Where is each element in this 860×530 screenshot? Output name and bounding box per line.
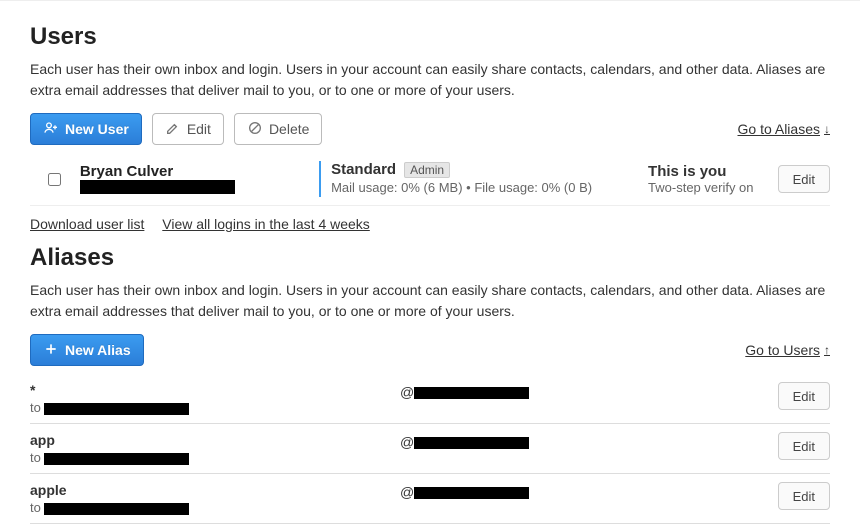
go-to-users-text: Go to Users xyxy=(745,342,820,358)
alias-domain-redacted xyxy=(414,487,529,499)
user-plus-icon xyxy=(43,120,59,139)
users-toolbar: New User Edit Delete Go to Aliases ↓ xyxy=(30,113,830,145)
alias-domain-redacted xyxy=(414,437,529,449)
go-to-users-link[interactable]: Go to Users ↑ xyxy=(745,342,830,358)
alias-row: app to @ Edit xyxy=(30,424,830,474)
user-plan-col: Standard Admin Mail usage: 0% (6 MB) • F… xyxy=(319,161,648,197)
users-footer-links: Download user list View all logins in th… xyxy=(30,216,830,232)
edit-user-button[interactable]: Edit xyxy=(152,113,224,145)
admin-badge: Admin xyxy=(404,162,450,178)
alias-domain: @ xyxy=(400,482,730,500)
users-heading: Users xyxy=(30,23,830,51)
arrow-up-icon: ↑ xyxy=(824,343,830,357)
alias-row: apple to @ Edit xyxy=(30,474,830,524)
alias-to: to xyxy=(30,450,400,465)
delete-user-label: Delete xyxy=(269,121,309,137)
two-step-label: Two-step verify on xyxy=(648,180,778,195)
alias-row: * to @ Edit xyxy=(30,374,830,424)
alias-to: to xyxy=(30,400,400,415)
edit-alias-button[interactable]: Edit xyxy=(778,382,830,410)
user-name-col: Bryan Culver xyxy=(80,161,319,197)
user-edit-col: Edit xyxy=(778,161,830,197)
plus-icon xyxy=(43,341,59,360)
alias-domain: @ xyxy=(400,432,730,450)
user-row: Bryan Culver Standard Admin Mail usage: … xyxy=(30,153,830,206)
prohibit-icon xyxy=(247,120,263,139)
alias-domain: @ xyxy=(400,382,730,400)
view-logins-link[interactable]: View all logins in the last 4 weeks xyxy=(162,216,370,232)
aliases-heading: Aliases xyxy=(30,244,830,272)
alias-to-redacted xyxy=(44,503,189,515)
alias-local: apple xyxy=(30,482,400,498)
edit-alias-button[interactable]: Edit xyxy=(778,482,830,510)
edit-alias-button[interactable]: Edit xyxy=(778,432,830,460)
pencil-icon xyxy=(165,120,181,139)
edit-user-label: Edit xyxy=(187,121,211,137)
user-email-redacted xyxy=(80,180,235,194)
aliases-toolbar: New Alias Go to Users ↑ xyxy=(30,334,830,366)
go-to-aliases-link[interactable]: Go to Aliases ↓ xyxy=(738,121,831,137)
download-user-list-link[interactable]: Download user list xyxy=(30,216,144,232)
users-description: Each user has their own inbox and login.… xyxy=(30,59,830,101)
user-plan: Standard xyxy=(331,161,396,178)
user-usage: Mail usage: 0% (6 MB) • File usage: 0% (… xyxy=(331,180,648,195)
alias-local: app xyxy=(30,432,400,448)
user-status-col: This is you Two-step verify on xyxy=(648,161,778,197)
new-user-label: New User xyxy=(65,121,129,137)
alias-to-redacted xyxy=(44,403,189,415)
new-alias-label: New Alias xyxy=(65,342,131,358)
user-name: Bryan Culver xyxy=(80,163,319,180)
this-is-you-label: This is you xyxy=(648,163,778,180)
arrow-down-icon: ↓ xyxy=(824,122,830,136)
alias-local: * xyxy=(30,382,400,398)
new-alias-button[interactable]: New Alias xyxy=(30,334,144,366)
alias-to-redacted xyxy=(44,453,189,465)
new-user-button[interactable]: New User xyxy=(30,113,142,145)
edit-row-button[interactable]: Edit xyxy=(778,165,830,193)
go-to-aliases-text: Go to Aliases xyxy=(738,121,821,137)
alias-domain-redacted xyxy=(414,387,529,399)
user-checkbox-cell xyxy=(30,161,80,197)
aliases-description: Each user has their own inbox and login.… xyxy=(30,280,830,322)
alias-to: to xyxy=(30,500,400,515)
delete-user-button[interactable]: Delete xyxy=(234,113,322,145)
user-checkbox[interactable] xyxy=(48,173,61,186)
